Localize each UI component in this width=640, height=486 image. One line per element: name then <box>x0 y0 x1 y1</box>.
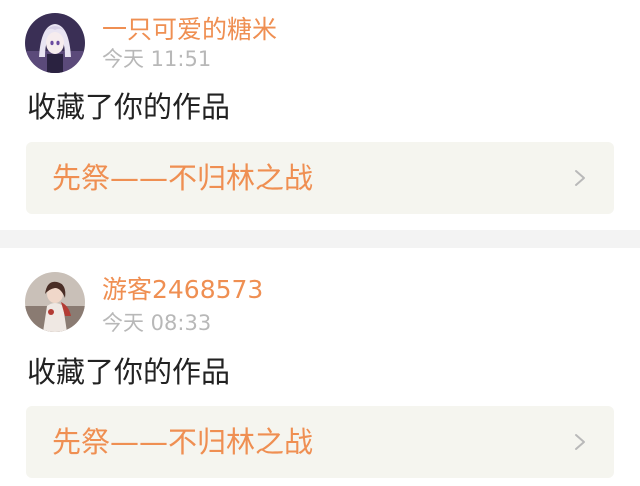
guest-avatar-icon <box>25 272 85 332</box>
timestamp: 今天 08:33 <box>102 311 212 335</box>
work-title: 先祭——不归林之战 <box>52 425 314 459</box>
chevron-right-icon <box>575 170 585 186</box>
timestamp: 今天 11:51 <box>102 47 212 71</box>
anime-girl-avatar-icon <box>25 13 85 73</box>
notification-message: 收藏了你的作品 <box>27 355 231 389</box>
chevron-right-icon <box>575 434 585 450</box>
section-separator <box>0 230 640 248</box>
username-link[interactable]: 一只可爱的糖米 <box>102 15 277 45</box>
notification-message: 收藏了你的作品 <box>27 90 231 124</box>
notification-item: 一只可爱的糖米 今天 11:51 收藏了你的作品 先祭——不归林之战 <box>0 0 640 230</box>
work-link-card[interactable]: 先祭——不归林之战 <box>26 406 614 478</box>
work-title: 先祭——不归林之战 <box>52 161 314 195</box>
user-avatar[interactable] <box>25 13 85 73</box>
notification-item: 游客2468573 今天 08:33 收藏了你的作品 先祭——不归林之战 <box>0 248 640 486</box>
user-avatar[interactable] <box>25 272 85 332</box>
work-link-card[interactable]: 先祭——不归林之战 <box>26 142 614 214</box>
username-link[interactable]: 游客2468573 <box>102 275 263 305</box>
